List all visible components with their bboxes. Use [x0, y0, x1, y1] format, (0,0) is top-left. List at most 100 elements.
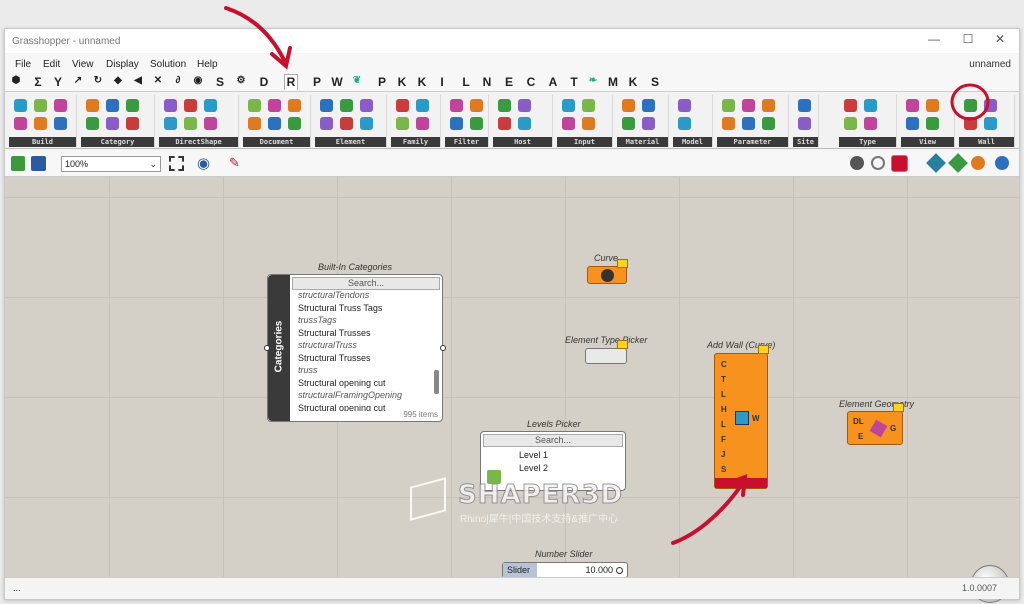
- element-type-picker-node[interactable]: [585, 340, 628, 364]
- component-icon[interactable]: [906, 99, 919, 112]
- component-icon[interactable]: [86, 99, 99, 112]
- component-icon[interactable]: [470, 99, 483, 112]
- category-list-item[interactable]: Structural opening cut: [292, 377, 432, 390]
- component-icon[interactable]: [722, 117, 735, 130]
- category-list-item[interactable]: trussTags: [292, 314, 432, 327]
- component-icon[interactable]: [86, 117, 99, 130]
- tab-t[interactable]: T: [567, 75, 581, 89]
- ribbon-group-label[interactable]: Document: [243, 137, 310, 147]
- tab-p2[interactable]: P: [375, 75, 389, 89]
- grasshopper-canvas[interactable]: Built-In Categories Categories Search...…: [5, 177, 1019, 603]
- tab-p1[interactable]: P: [310, 75, 324, 89]
- component-icon[interactable]: [582, 99, 595, 112]
- category-list-item[interactable]: structuralTendons: [292, 289, 432, 302]
- geometry-input-e[interactable]: E: [858, 432, 863, 441]
- add-wall-input-j[interactable]: J: [721, 450, 725, 459]
- component-icon[interactable]: [642, 99, 655, 112]
- tab-d[interactable]: D: [257, 75, 271, 89]
- component-icon[interactable]: [450, 99, 463, 112]
- ribbon-group-label[interactable]: Parameter: [717, 137, 788, 147]
- tab-params-icon[interactable]: ⬢: [9, 75, 23, 86]
- category-list-item[interactable]: Structural Trusses: [292, 352, 432, 365]
- categories-scrollbar[interactable]: [434, 370, 439, 394]
- tab-surface-icon[interactable]: ◆: [111, 75, 125, 86]
- component-icon[interactable]: [926, 117, 939, 130]
- tab-rhino-inside-revit[interactable]: R: [284, 74, 298, 90]
- component-icon[interactable]: [762, 117, 775, 130]
- component-icon[interactable]: [798, 117, 811, 130]
- levels-list[interactable]: Level 1 Level 2: [519, 449, 548, 475]
- component-icon[interactable]: [340, 99, 353, 112]
- add-wall-input-t[interactable]: T: [721, 375, 726, 384]
- ribbon-group-label[interactable]: DirectShape: [159, 137, 238, 147]
- category-list-item[interactable]: Structural Truss Tags: [292, 302, 432, 315]
- tab-maths[interactable]: Σ: [31, 75, 45, 89]
- tab-mesh-icon[interactable]: ◀: [131, 75, 145, 86]
- component-icon[interactable]: [562, 117, 575, 130]
- close-button[interactable]: ✕: [985, 32, 1015, 46]
- tab-curve-icon[interactable]: ↻: [91, 75, 105, 86]
- menu-view[interactable]: View: [72, 59, 94, 70]
- component-icon[interactable]: [268, 117, 281, 130]
- ribbon-group-label[interactable]: Build: [9, 137, 76, 147]
- ribbon-group-label[interactable]: Wall: [959, 137, 1014, 147]
- component-icon[interactable]: [320, 99, 333, 112]
- builtin-categories-node[interactable]: Categories Search... structuralTendons St…: [264, 274, 446, 422]
- component-icon[interactable]: [498, 117, 511, 130]
- tab-c[interactable]: C: [524, 75, 538, 89]
- component-icon[interactable]: [742, 117, 755, 130]
- preview-mode-icon[interactable]: [850, 156, 864, 170]
- categories-list[interactable]: structuralTendons Structural Truss Tags tr…: [292, 289, 432, 411]
- component-icon[interactable]: [622, 117, 635, 130]
- tab-w[interactable]: W: [330, 75, 344, 89]
- component-icon[interactable]: [742, 99, 755, 112]
- ribbon-group-label[interactable]: Host: [493, 137, 552, 147]
- tab-k2[interactable]: K: [415, 75, 429, 89]
- bake-icon[interactable]: [926, 153, 946, 173]
- tab-sets[interactable]: Y: [51, 75, 65, 89]
- maximize-button[interactable]: ☐: [953, 32, 983, 46]
- component-icon[interactable]: [320, 117, 333, 130]
- wireframe-preview-icon[interactable]: [871, 156, 885, 170]
- add-wall-input-l[interactable]: L: [721, 420, 726, 429]
- component-icon[interactable]: [518, 99, 531, 112]
- component-icon[interactable]: [248, 99, 261, 112]
- curve-param-node[interactable]: [587, 259, 628, 284]
- component-icon[interactable]: [360, 117, 373, 130]
- shaded-preview-icon[interactable]: [891, 155, 908, 172]
- component-icon[interactable]: [926, 99, 939, 112]
- component-icon[interactable]: [204, 117, 217, 130]
- component-icon[interactable]: [582, 117, 595, 130]
- component-icon[interactable]: [642, 117, 655, 130]
- tab-intersect-icon[interactable]: ✕: [151, 75, 165, 86]
- geometry-input-dl[interactable]: DL: [853, 417, 864, 426]
- tab-gear-icon[interactable]: ⚙: [234, 75, 248, 86]
- component-icon[interactable]: [106, 99, 119, 112]
- component-icon[interactable]: [518, 117, 531, 130]
- category-list-item[interactable]: truss: [292, 364, 432, 377]
- slider-grip-icon[interactable]: [616, 567, 623, 574]
- component-icon[interactable]: [340, 117, 353, 130]
- tab-plugin-icon[interactable]: ❦: [350, 75, 364, 86]
- add-wall-input-f[interactable]: F: [721, 435, 726, 444]
- component-icon[interactable]: [184, 99, 197, 112]
- category-list-item[interactable]: structuralTruss: [292, 339, 432, 352]
- component-icon[interactable]: [762, 99, 775, 112]
- component-icon[interactable]: [450, 117, 463, 130]
- menu-edit[interactable]: Edit: [43, 59, 60, 70]
- tab-e[interactable]: E: [502, 75, 516, 89]
- tab-k1[interactable]: K: [395, 75, 409, 89]
- add-wall-input-h[interactable]: H: [721, 405, 727, 414]
- component-icon[interactable]: [164, 99, 177, 112]
- ribbon-group-label[interactable]: Type: [839, 137, 896, 147]
- tab-k3[interactable]: K: [626, 75, 640, 89]
- component-icon[interactable]: [126, 99, 139, 112]
- select-icon[interactable]: [948, 153, 968, 173]
- tab-m[interactable]: M: [606, 75, 620, 89]
- component-icon[interactable]: [14, 99, 27, 112]
- ribbon-group-label[interactable]: View: [901, 137, 954, 147]
- component-icon[interactable]: [864, 99, 877, 112]
- component-icon[interactable]: [416, 117, 429, 130]
- zoom-extents-icon[interactable]: [169, 156, 184, 171]
- component-icon[interactable]: [34, 99, 47, 112]
